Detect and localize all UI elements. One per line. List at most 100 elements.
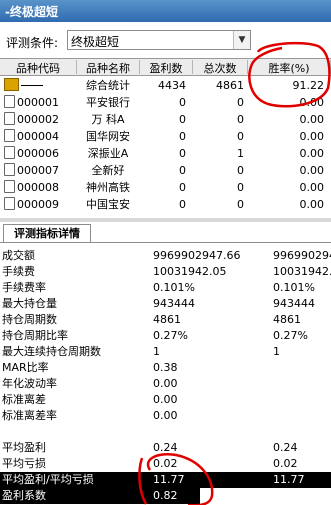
detail-metrics-table: 成交额 9969902947.66 996990294 手续费 10031942.05… xyxy=(0,244,331,505)
detail-row: 平均亏损 0.02 0.02 xyxy=(0,456,331,472)
summary-code-cell xyxy=(4,78,76,93)
detail-label: 成交额 xyxy=(2,249,35,262)
document-icon xyxy=(4,163,15,176)
stock-stats-table: 品种代码 品种名称 盈利数 总次数 胜率(%) 综合统计 4434 4861 9… xyxy=(0,58,331,218)
detail-row: 最大持仓量 943444 943444 xyxy=(0,296,331,312)
summary-total: 4861 xyxy=(216,79,244,92)
row-name: 万 科A xyxy=(91,113,125,126)
row-total: 1 xyxy=(237,147,244,160)
detail-label: 最大持仓量 xyxy=(2,297,57,310)
row-profit: 0 xyxy=(179,198,186,211)
row-win-rate: 0.00 xyxy=(299,96,325,109)
detail-value-2: 0.02 xyxy=(273,457,298,470)
detail-row: 标准离差率 0.00 xyxy=(0,408,331,424)
summary-icon xyxy=(4,78,19,91)
title-bar: -终极超短 xyxy=(0,0,331,22)
detail-value-2: 0.27% xyxy=(273,329,308,342)
row-code: 000006 xyxy=(17,147,59,160)
row-profit: 0 xyxy=(179,164,186,177)
row-name: 中国宝安 xyxy=(86,198,130,211)
table-row[interactable]: 000004 国华网安 0 0 0.00 xyxy=(0,128,331,145)
detail-label: 手续费率 xyxy=(2,281,46,294)
detail-value: 10031942.05 xyxy=(153,265,227,278)
detail-label: 年化波动率 xyxy=(2,377,57,390)
summary-row[interactable]: 综合统计 4434 4861 91.22 xyxy=(0,77,331,94)
row-profit: 0 xyxy=(179,96,186,109)
detail-row-highlighted: 盈利系数 0.82 xyxy=(0,488,200,504)
table-row[interactable]: 000009 中国宝安 0 0 0.00 xyxy=(0,196,331,213)
detail-value-2: 996990294 xyxy=(273,249,331,262)
document-icon xyxy=(4,95,15,108)
row-total: 0 xyxy=(237,96,244,109)
table-row[interactable]: 000002 万 科A 0 0 0.00 xyxy=(0,111,331,128)
detail-label: 手续费 xyxy=(2,265,35,278)
detail-value: 9969902947.66 xyxy=(153,249,241,262)
detail-row: 手续费率 0.101% 0.101% xyxy=(0,280,331,296)
detail-value: 943444 xyxy=(153,297,195,310)
detail-value-2: 4861 xyxy=(273,313,301,326)
detail-value: 0.02 xyxy=(153,457,178,470)
row-total: 0 xyxy=(237,198,244,211)
document-icon xyxy=(4,180,15,193)
criteria-label: 评测条件: xyxy=(6,36,59,50)
detail-label: 平均盈利 xyxy=(2,441,46,454)
table-row[interactable]: 000001 平安银行 0 0 0.00 xyxy=(0,94,331,111)
table-header: 品种代码 品种名称 盈利数 总次数 胜率(%) xyxy=(0,58,331,76)
detail-value: 4861 xyxy=(153,313,181,326)
table-row[interactable]: 000008 神州高铁 0 0 0.00 xyxy=(0,179,331,196)
detail-value-2: 1 xyxy=(273,345,280,358)
detail-value: 0.00 xyxy=(153,377,178,390)
detail-value-2: 10031942.0 xyxy=(273,265,331,278)
summary-profit: 4434 xyxy=(158,79,186,92)
detail-label: 持仓周期比率 xyxy=(2,329,68,342)
row-total: 0 xyxy=(237,164,244,177)
criteria-select-value: 终极超短 xyxy=(71,35,120,49)
column-header-win-rate[interactable]: 胜率(%) xyxy=(248,60,331,75)
detail-row: 标准离差 0.00 xyxy=(0,392,331,408)
detail-row: 持仓周期比率 0.27% 0.27% xyxy=(0,328,331,344)
document-icon xyxy=(4,146,15,159)
document-icon xyxy=(4,197,15,210)
row-win-rate: 0.00 xyxy=(299,113,325,126)
column-header-name[interactable]: 品种名称 xyxy=(77,60,140,75)
tab-detail-metrics[interactable]: 评测指标详情 xyxy=(3,224,91,242)
detail-row: 平均盈利 0.24 0.24 xyxy=(0,440,331,456)
detail-value-2: 11.77 xyxy=(273,473,305,486)
row-win-rate: 0.00 xyxy=(299,130,325,143)
detail-row: 年化波动率 0.00 xyxy=(0,376,331,392)
detail-value-2: 943444 xyxy=(273,297,315,310)
row-code: 000008 xyxy=(17,181,59,194)
column-header-profit[interactable]: 盈利数 xyxy=(140,60,193,75)
detail-row: MAR比率 0.38 xyxy=(0,360,331,376)
document-icon xyxy=(4,112,15,125)
row-win-rate: 0.00 xyxy=(299,198,325,211)
row-win-rate: 0.00 xyxy=(299,181,325,194)
detail-label: 最大连续持仓周期数 xyxy=(2,345,101,358)
detail-row: 持仓周期数 4861 4861 xyxy=(0,312,331,328)
summary-name: 综合统计 xyxy=(86,79,130,92)
table-row[interactable]: 000006 深振业A 0 1 0.00 xyxy=(0,145,331,162)
detail-value: 0.82 xyxy=(153,489,178,502)
table-row[interactable]: 000007 全新好 0 0 0.00 xyxy=(0,162,331,179)
row-code: 000007 xyxy=(17,164,59,177)
row-profit: 0 xyxy=(179,113,186,126)
panel-splitter[interactable] xyxy=(0,218,331,222)
detail-label: 平均盈利/平均亏损 xyxy=(2,473,94,486)
row-name: 国华网安 xyxy=(86,130,130,143)
detail-label: 持仓周期数 xyxy=(2,313,57,326)
detail-label: 标准离差率 xyxy=(2,409,57,422)
detail-row: 成交额 9969902947.66 996990294 xyxy=(0,248,331,264)
row-profit: 0 xyxy=(179,130,186,143)
chevron-down-icon[interactable]: ▼ xyxy=(233,31,250,49)
criteria-select[interactable]: 终极超短 ▼ xyxy=(67,30,251,50)
column-header-total[interactable]: 总次数 xyxy=(193,60,248,75)
tab-divider xyxy=(0,242,331,243)
column-header-code[interactable]: 品种代码 xyxy=(0,60,77,75)
row-total: 0 xyxy=(237,130,244,143)
summary-dash xyxy=(21,85,43,86)
row-profit: 0 xyxy=(179,181,186,194)
detail-value-2: 0.24 xyxy=(273,441,298,454)
detail-label: 标准离差 xyxy=(2,393,46,406)
detail-value: 0.101% xyxy=(153,281,195,294)
row-total: 0 xyxy=(237,113,244,126)
